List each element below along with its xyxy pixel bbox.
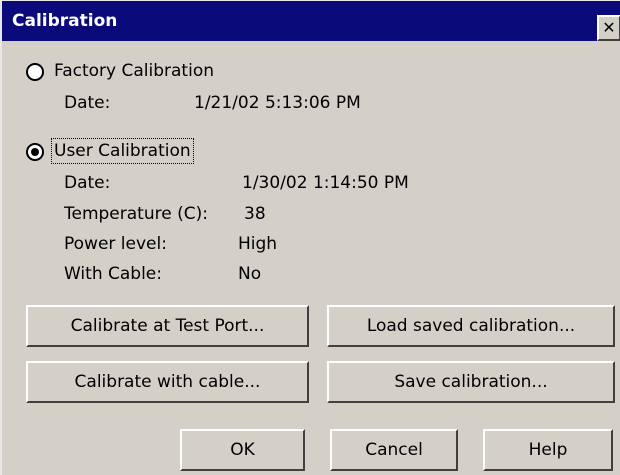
power-level-value: High (238, 234, 278, 254)
save-calibration-button[interactable]: Save calibration... (327, 361, 615, 403)
user-date-label: Date: (64, 173, 111, 193)
with-cable-value: No (238, 264, 262, 284)
factory-date-value: 1/21/02 5:13:06 PM (194, 93, 361, 113)
cancel-button[interactable]: Cancel (330, 429, 458, 471)
with-cable-label: With Cable: (64, 264, 162, 284)
factory-calibration-radio[interactable] (26, 63, 44, 81)
calibrate-with-cable-button[interactable]: Calibrate with cable... (26, 361, 309, 403)
factory-calibration-label[interactable]: Factory Calibration (54, 61, 214, 81)
load-saved-calibration-button[interactable]: Load saved calibration... (327, 305, 615, 347)
factory-date-label: Date: (64, 93, 111, 113)
title-bar: Calibration (2, 1, 620, 41)
close-icon: ✕ (602, 18, 616, 37)
user-date-value: 1/30/02 1:14:50 PM (242, 173, 409, 193)
temperature-label: Temperature (C): (64, 204, 208, 224)
power-level-label: Power level: (64, 234, 167, 254)
calibrate-test-port-button[interactable]: Calibrate at Test Port... (26, 305, 309, 347)
ok-button[interactable]: OK (180, 429, 305, 471)
user-calibration-label[interactable]: User Calibration (51, 138, 194, 164)
close-button[interactable]: ✕ (597, 15, 620, 41)
temperature-value: 38 (244, 204, 266, 224)
user-calibration-radio[interactable] (26, 143, 44, 161)
window-title: Calibration (12, 11, 118, 31)
help-button[interactable]: Help (483, 429, 613, 471)
calibration-dialog: Calibration ✕ Factory Calibration Date: … (0, 0, 620, 475)
